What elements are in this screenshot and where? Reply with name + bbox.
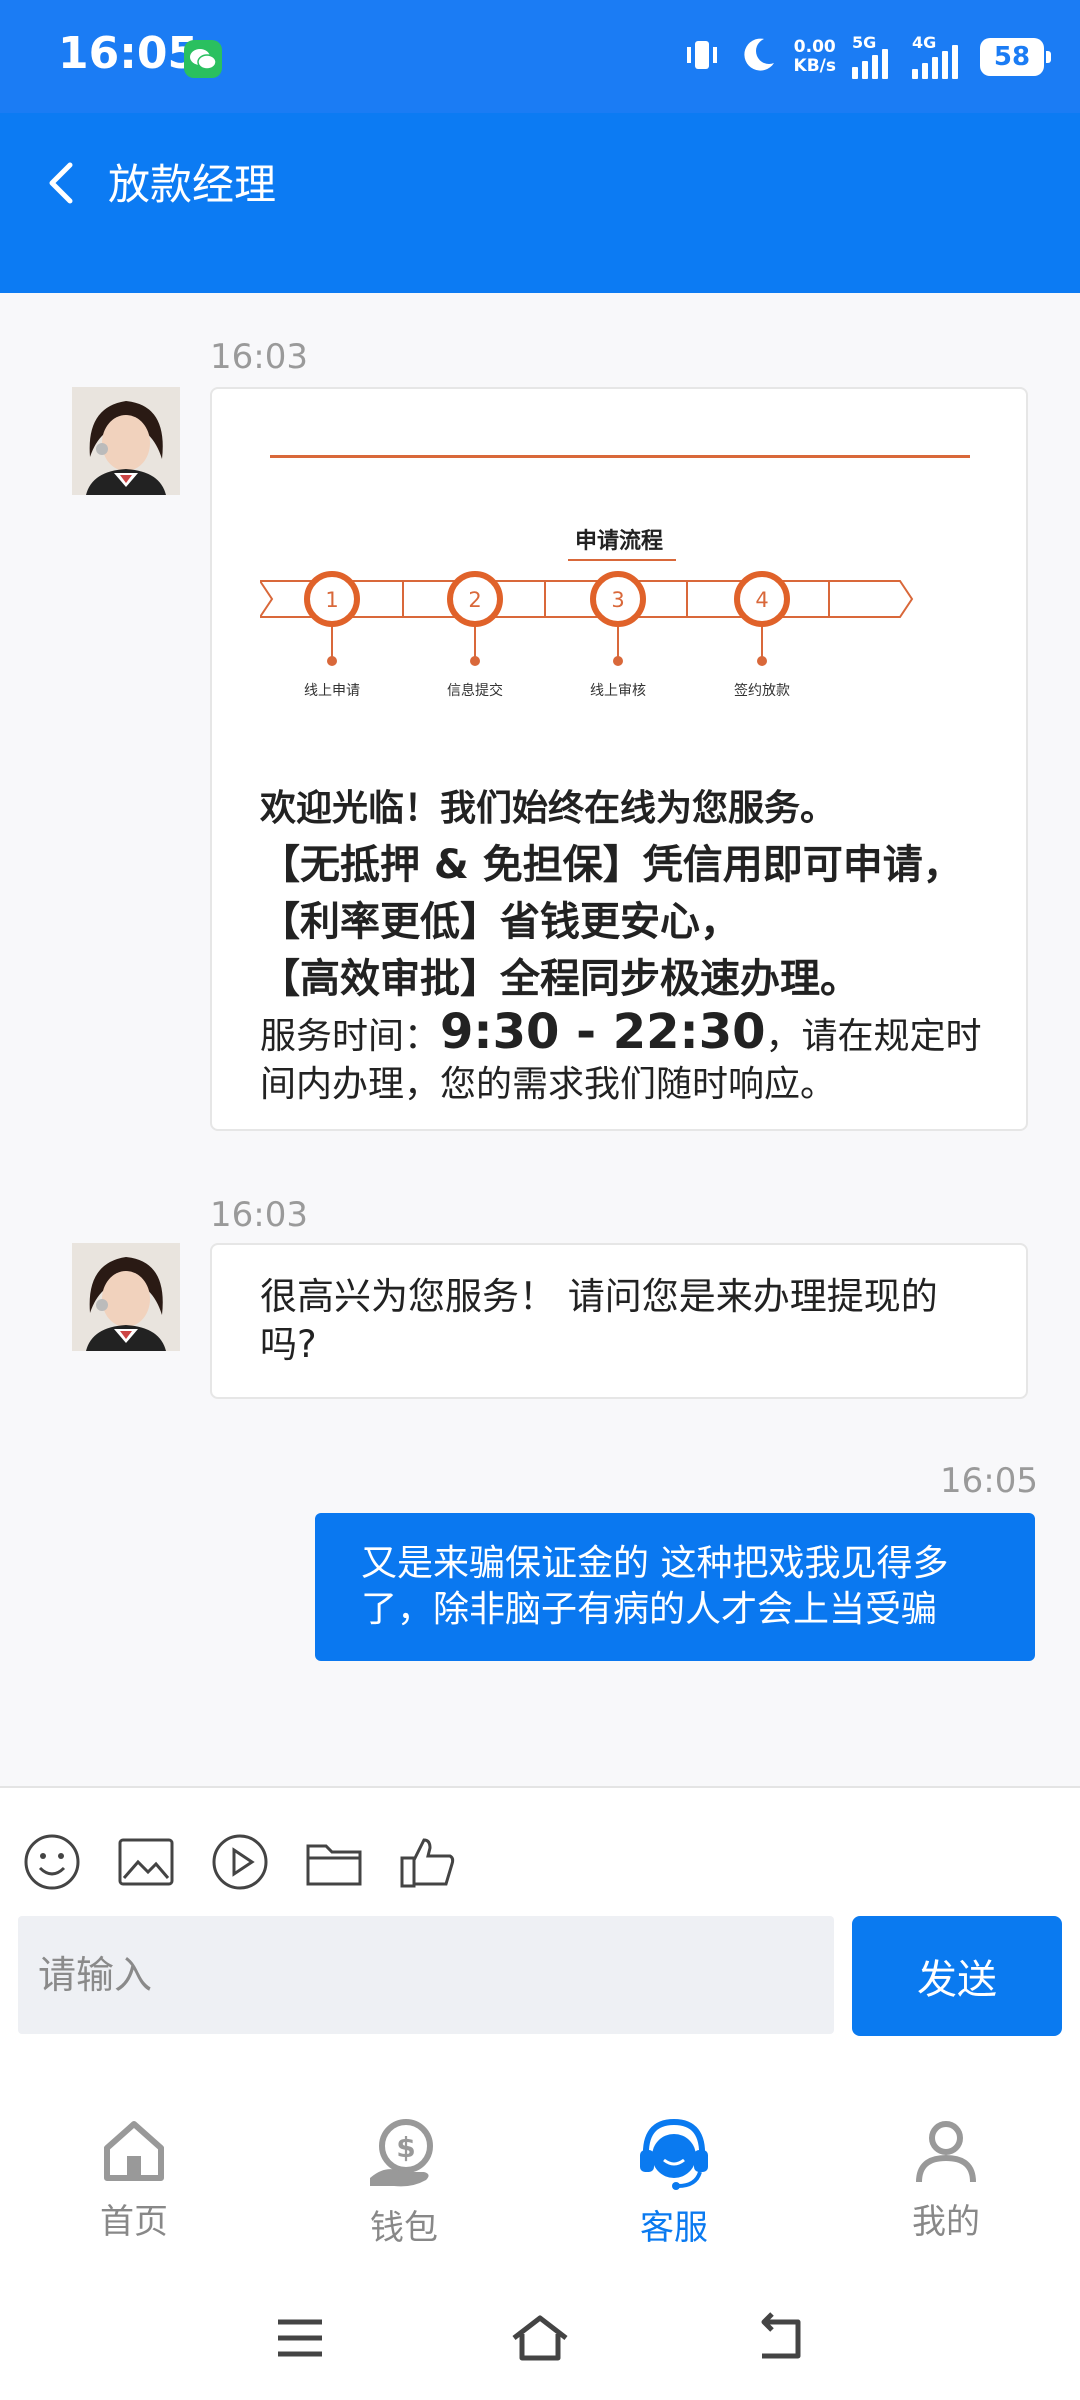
nav-item-customer-service[interactable]: 客服 (574, 2116, 774, 2249)
profile-icon (916, 2121, 976, 2183)
nav-label: 客服 (640, 2208, 708, 2248)
composer-panel: 发送 (0, 1786, 1080, 2094)
message-input[interactable] (18, 1916, 834, 2034)
svg-text:3: 3 (611, 588, 624, 612)
status-bar: 16:05 0.00 KB/s 5G 4G 58 (0, 0, 1080, 113)
nav-label: 首页 (100, 2202, 168, 2242)
application-flow-image: 申请流程 1 线上申请 2 信息提交 3 线上审核 4 签约放款 (260, 455, 978, 715)
chat-header: 放款经理 (0, 113, 1080, 293)
agent-avatar[interactable] (72, 1243, 180, 1351)
agent-avatar[interactable] (72, 387, 180, 495)
home-button-icon[interactable] (510, 2312, 570, 2364)
wallet-icon: $ (370, 2119, 433, 2187)
service-hours: 9:30 - 22:30 (440, 1004, 766, 1060)
do-not-disturb-moon-icon (738, 35, 778, 79)
nav-item-home[interactable]: 首页 (34, 2116, 234, 2243)
nav-item-wallet[interactable]: $ 钱包 (304, 2116, 504, 2249)
message-text: 又是来骗保证金的 这种把戏我见得多了，除非脑子有病的人才会上当受骗 (361, 1543, 949, 1630)
message-bubble-outgoing[interactable]: 又是来骗保证金的 这种把戏我见得多了，除非脑子有病的人才会上当受骗 (315, 1513, 1035, 1661)
network-speed: 0.00 KB/s (793, 37, 836, 76)
flow-title: 申请流程 (574, 529, 663, 554)
flow-step-2: 2 信息提交 (447, 571, 503, 699)
sim2-signal-icon: 4G (912, 33, 964, 79)
svg-text:线上审核: 线上审核 (590, 683, 646, 699)
svg-text:线上申请: 线上申请 (304, 683, 360, 699)
divider (270, 455, 970, 458)
svg-text:$: $ (396, 2131, 415, 2164)
wechat-notification-icon (184, 40, 222, 78)
home-icon (104, 2121, 164, 2181)
flow-step-4: 4 签约放款 (734, 571, 790, 699)
video-icon[interactable] (210, 1832, 270, 1892)
message-text: 很高兴为您服务！ 请问您是来办理提现的吗? (260, 1275, 938, 1366)
welcome-line: 欢迎光临！我们始终在线为您服务。 (260, 788, 837, 829)
flow-step-1: 1 线上申请 (304, 571, 360, 699)
message-timestamp: 16:05 (940, 1461, 1038, 1501)
thumbs-up-icon[interactable] (398, 1832, 458, 1892)
battery-indicator: 58 (980, 38, 1051, 76)
message-timestamp: 16:03 (210, 1195, 308, 1235)
svg-text:信息提交: 信息提交 (447, 682, 503, 699)
nav-label: 我的 (912, 2202, 980, 2242)
flow-step-3: 3 线上审核 (590, 571, 646, 699)
vibrate-icon (682, 35, 722, 79)
bottom-navigation: 首页 $ 钱包 客服 我的 (0, 2092, 1080, 2276)
folder-icon[interactable] (304, 1832, 364, 1892)
clock: 16:05 (58, 28, 199, 79)
message-timestamp: 16:03 (210, 337, 308, 377)
system-navigation-bar (0, 2276, 1080, 2400)
approval-line: 【高效审批】全程同步极速办理。 (260, 956, 860, 1002)
svg-text:1: 1 (325, 588, 338, 612)
svg-text:签约放款: 签约放款 (734, 682, 790, 699)
composer-toolbar (22, 1832, 458, 1892)
back-arrow-icon[interactable] (38, 153, 88, 213)
flow-steps-diagram: 1 线上申请 2 信息提交 3 线上审核 4 签约放款 (260, 571, 914, 699)
back-button-icon[interactable] (750, 2312, 810, 2364)
svg-text:2: 2 (468, 588, 481, 612)
send-button[interactable]: 发送 (852, 1916, 1062, 2036)
emoji-icon[interactable] (22, 1832, 82, 1892)
message-bubble-incoming[interactable]: 申请流程 1 线上申请 2 信息提交 3 线上审核 4 签约放款 欢迎光临！我们… (210, 387, 1028, 1131)
nav-item-profile[interactable]: 我的 (846, 2116, 1046, 2243)
svg-text:4: 4 (755, 588, 768, 612)
chat-area[interactable]: 16:03 申请流程 1 线上申请 2 信息提交 3 线上审核 4 签约放款 欢… (0, 293, 1080, 1786)
customer-service-icon (640, 2118, 708, 2190)
image-icon[interactable] (116, 1832, 176, 1892)
message-bubble-incoming[interactable]: 很高兴为您服务！ 请问您是来办理提现的吗? (210, 1243, 1028, 1399)
sim1-signal-icon: 5G (852, 33, 896, 79)
nav-label: 钱包 (370, 2208, 438, 2248)
page-title: 放款经理 (108, 160, 277, 209)
promo-line: 【无抵押 & 免担保】凭信用即可申请，【利率更低】省钱更安心， (260, 842, 963, 945)
service-hours-line: 服务时间：9:30 - 22:30，请在规定时间内办理，您的需求我们随时响应。 (260, 1004, 982, 1105)
menu-icon[interactable] (270, 2312, 330, 2364)
message-text: 欢迎光临！我们始终在线为您服务。 【无抵押 & 免担保】凭信用即可申请，【利率更… (260, 781, 990, 1109)
